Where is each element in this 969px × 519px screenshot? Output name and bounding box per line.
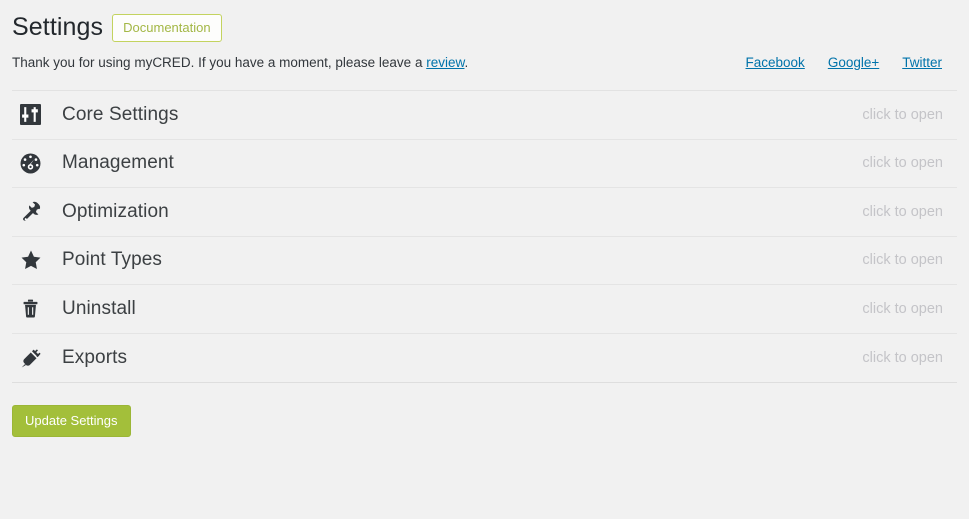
- accordion-label: Exports: [62, 346, 128, 368]
- facebook-link[interactable]: Facebook: [746, 54, 805, 72]
- accordion-label: Uninstall: [62, 297, 136, 319]
- settings-page: Settings Documentation Thank you for usi…: [0, 0, 969, 519]
- accordion-hint: click to open: [862, 106, 943, 123]
- notice-text-before: Thank you for using myCRED. If you have …: [12, 55, 427, 70]
- review-link[interactable]: review: [426, 55, 464, 70]
- trash-icon: [20, 297, 50, 321]
- accordion-label: Management: [62, 152, 174, 174]
- accordion-hint: click to open: [862, 349, 943, 366]
- star-icon: [20, 248, 50, 272]
- accordion-hint: click to open: [862, 155, 943, 172]
- accordion-row-optimization[interactable]: Optimization click to open: [12, 188, 957, 237]
- plug-icon: [20, 346, 50, 370]
- documentation-button[interactable]: Documentation: [112, 14, 222, 42]
- accordion-hint: click to open: [862, 203, 943, 220]
- page-header: Settings Documentation: [12, 0, 957, 45]
- accordion-hint: click to open: [862, 252, 943, 269]
- googleplus-link[interactable]: Google+: [828, 54, 879, 72]
- accordion-label: Optimization: [62, 200, 169, 222]
- page-title: Settings: [12, 12, 104, 41]
- notice-row: Thank you for using myCRED. If you have …: [12, 54, 957, 84]
- notice-text-after: .: [464, 55, 469, 70]
- accordion-row-uninstall[interactable]: Uninstall click to open: [12, 285, 957, 334]
- accordion-row-point-types[interactable]: Point Types click to open: [12, 237, 957, 285]
- accordion-row-core-settings[interactable]: Core Settings click to open: [12, 91, 957, 140]
- accordion-label: Core Settings: [62, 103, 179, 125]
- submit-area: Update Settings: [12, 383, 957, 437]
- social-links: Facebook Google+ Twitter: [746, 54, 942, 72]
- update-settings-button[interactable]: Update Settings: [12, 405, 131, 437]
- accordion-hint: click to open: [862, 300, 943, 317]
- sliders-icon: [20, 103, 50, 127]
- accordion-row-exports[interactable]: Exports click to open: [12, 334, 957, 383]
- settings-accordion: Core Settings click to open Management c: [12, 90, 957, 383]
- accordion-label: Point Types: [62, 249, 163, 271]
- review-notice: Thank you for using myCRED. If you have …: [12, 54, 468, 72]
- twitter-link[interactable]: Twitter: [902, 54, 942, 72]
- accordion-row-management[interactable]: Management click to open: [12, 140, 957, 188]
- wrench-icon: [20, 200, 50, 224]
- dashboard-gauge-icon: [20, 151, 50, 175]
